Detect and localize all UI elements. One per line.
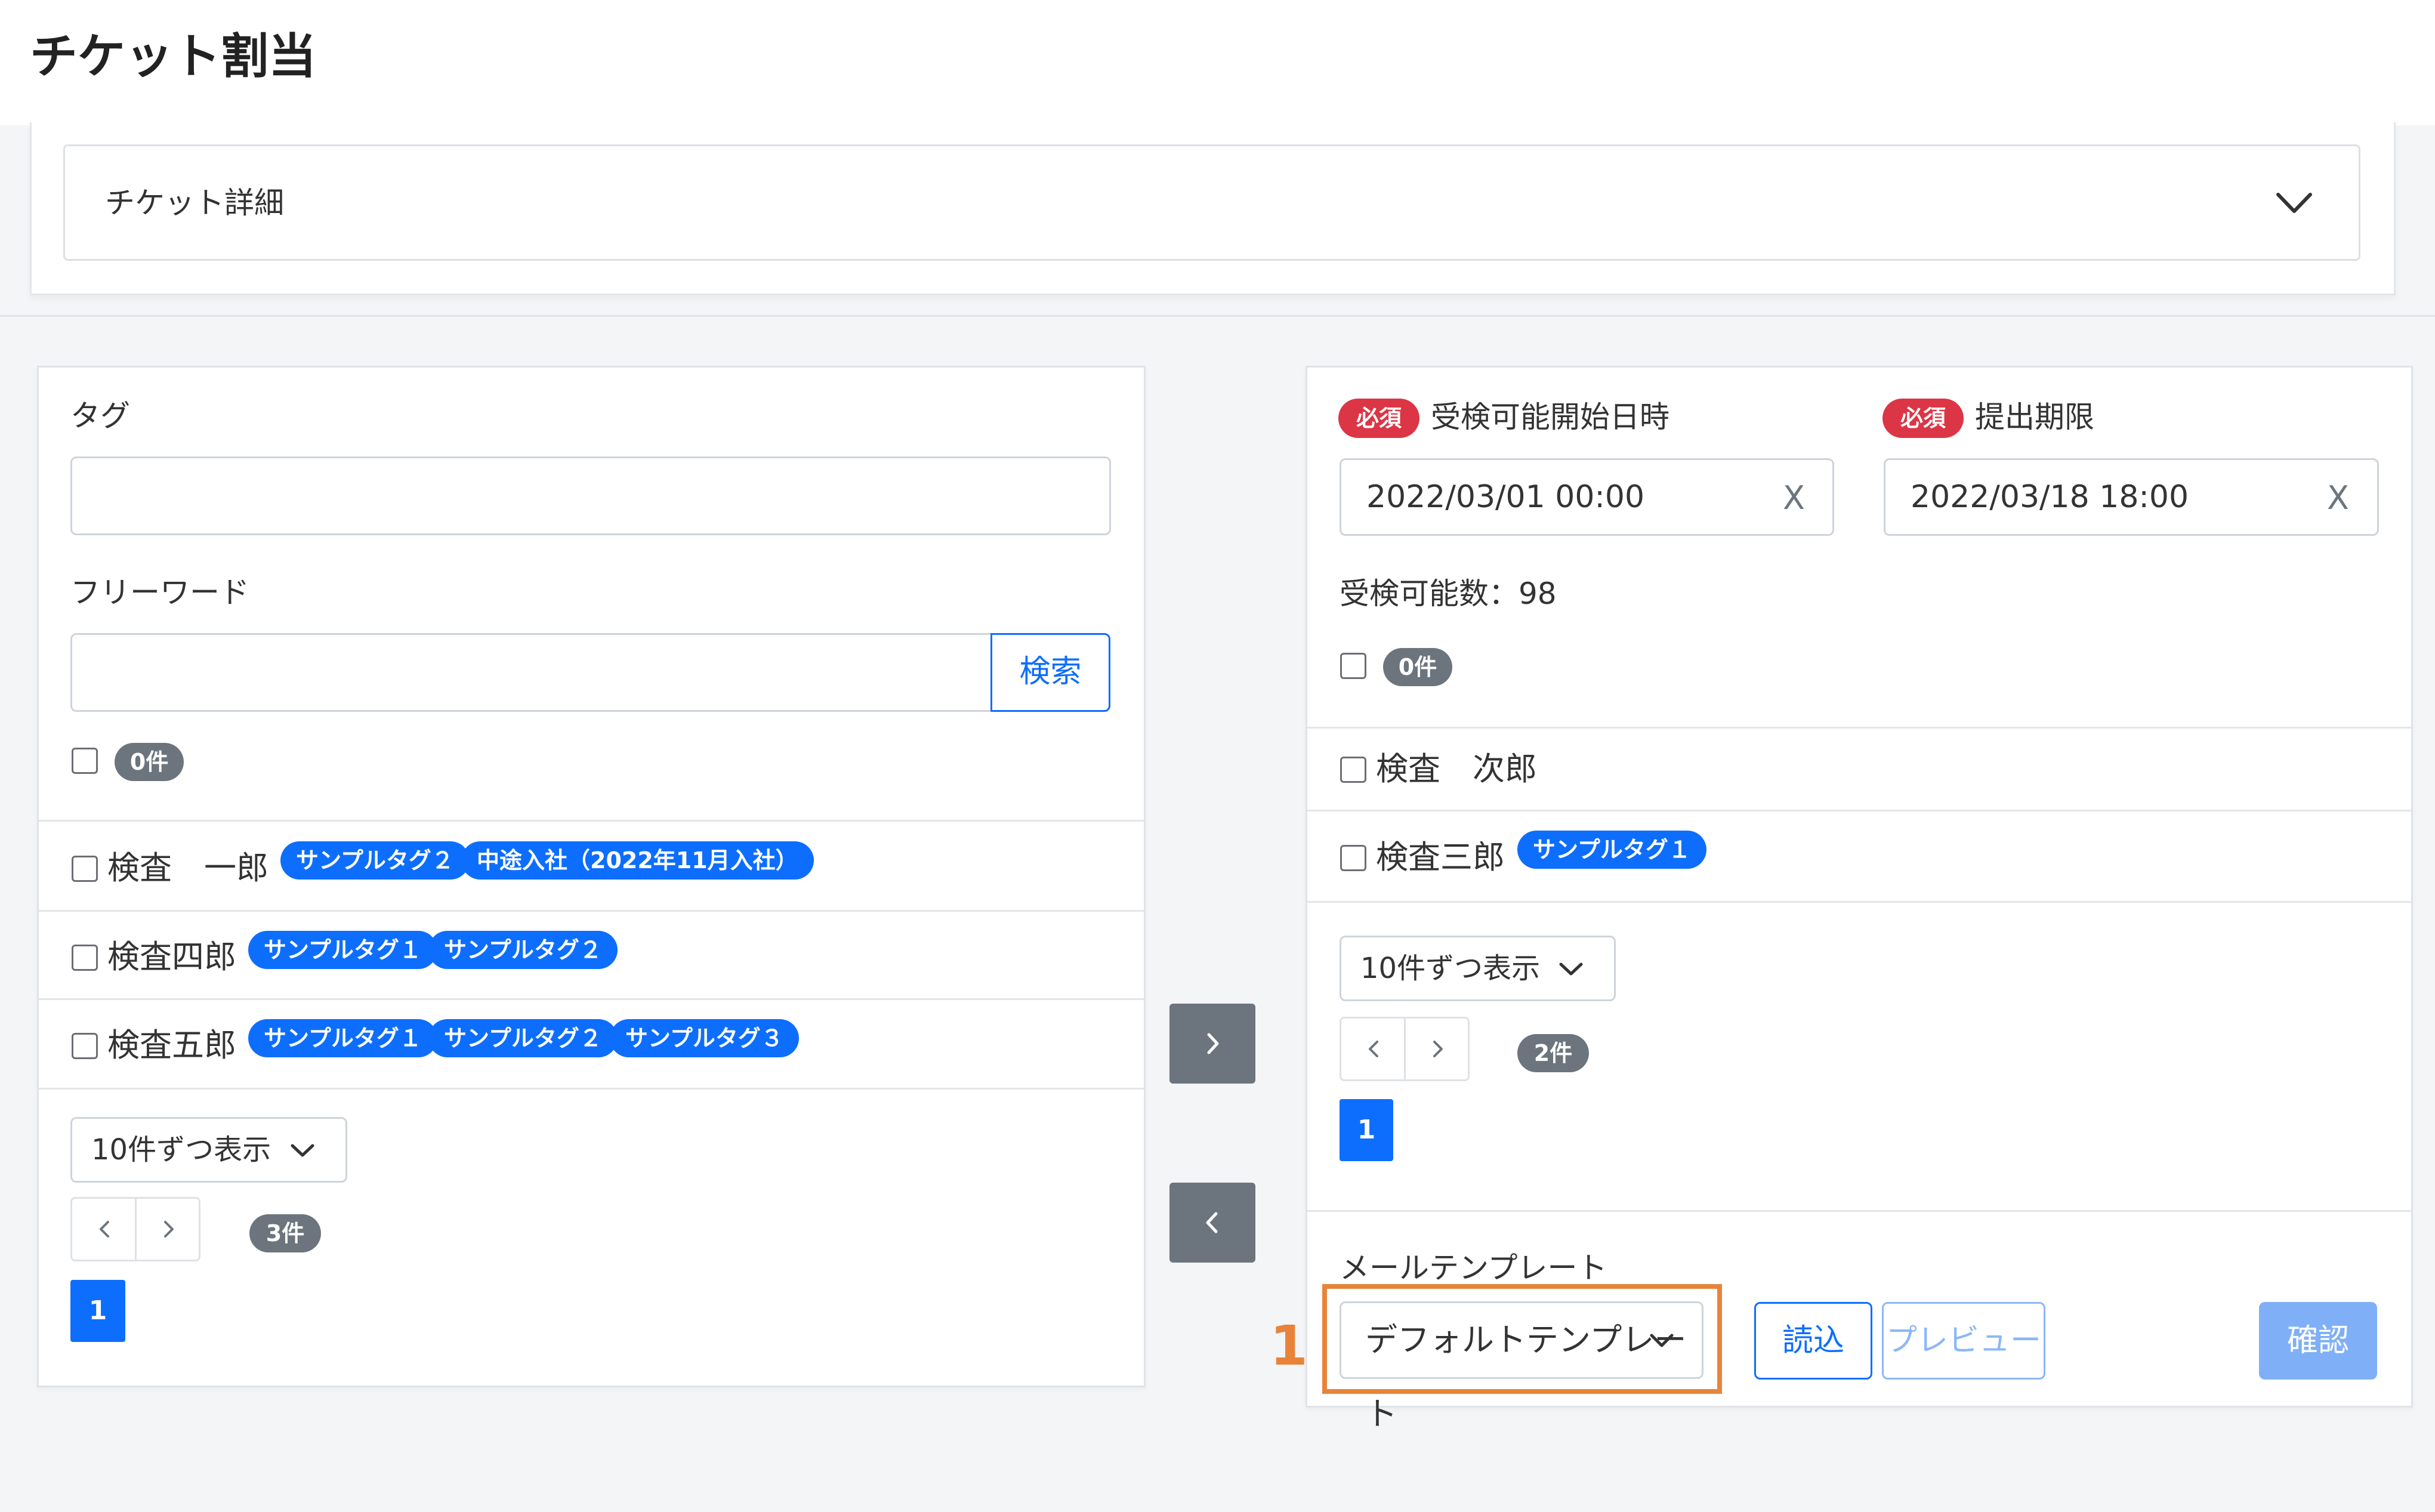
ticket-detail-label: チケット詳細 <box>105 186 284 220</box>
pager-separator <box>1404 1019 1406 1079</box>
load-button[interactable]: 読込 <box>1754 1302 1872 1380</box>
app-header <box>0 0 2435 125</box>
row-checkbox[interactable] <box>72 945 98 971</box>
selected-count-badge-right: 0件 <box>1383 648 1452 686</box>
tag-badge: サンプルタグ１ <box>248 1019 437 1057</box>
row-divider <box>1307 810 2411 811</box>
row-divider <box>39 998 1144 1000</box>
mail-template-value: デフォルトテンプレート <box>1365 1321 1687 1433</box>
ticket-detail-accordion[interactable] <box>63 144 2360 261</box>
start-datetime-label: 受検可能開始日時 <box>1431 400 1669 434</box>
candidate-name: 検査五郎 <box>107 1026 236 1064</box>
freeword-input[interactable] <box>70 633 994 712</box>
next-page-button[interactable] <box>156 1217 180 1241</box>
next-page-button[interactable] <box>1425 1037 1449 1061</box>
candidate-name: 検査 一郎 <box>107 849 269 887</box>
available-count-text: 受検可能数：98 <box>1340 576 1557 611</box>
deadline-input[interactable]: 2022/03/18 18:00 <box>1884 458 2379 536</box>
row-checkbox[interactable] <box>72 856 98 882</box>
row-checkbox[interactable] <box>1340 845 1366 871</box>
chevron-down-icon[interactable] <box>2273 185 2315 221</box>
tag-badge: サンプルタグ１ <box>1517 831 1706 869</box>
chevron-down-icon <box>291 1144 314 1157</box>
start-datetime-input[interactable]: 2022/03/01 00:00 <box>1340 458 1834 536</box>
tag-badge: サンプルタグ２ <box>428 931 618 969</box>
mail-template-label: メールテンプレート <box>1340 1251 1607 1285</box>
page-1-button-left[interactable]: 1 <box>70 1280 125 1342</box>
row-divider <box>39 820 1144 822</box>
clear-start-icon[interactable]: X <box>1783 477 1805 519</box>
tag-badge: サンプルタグ２ <box>280 841 470 880</box>
chevron-down-icon <box>1650 1334 1674 1347</box>
page-title: チケット割当 <box>30 29 316 84</box>
pager-separator <box>135 1199 137 1260</box>
tag-badge: サンプルタグ１ <box>248 931 437 969</box>
tag-badge: サンプルタグ３ <box>610 1019 799 1057</box>
deadline-value: 2022/03/18 18:00 <box>1911 479 2189 515</box>
required-badge: 必須 <box>1882 399 1964 438</box>
clear-deadline-icon[interactable]: X <box>2327 477 2349 519</box>
section-divider <box>0 315 2435 317</box>
row-divider <box>1307 1210 2411 1212</box>
required-badge: 必須 <box>1338 399 1419 438</box>
tag-label: タグ <box>70 399 130 433</box>
row-divider <box>39 910 1144 912</box>
assigned-name: 検査三郎 <box>1376 838 1505 876</box>
preview-button[interactable]: プレビュー <box>1882 1302 2045 1380</box>
row-divider <box>39 1088 1144 1090</box>
select-all-checkbox-right[interactable] <box>1340 653 1366 679</box>
selected-count-badge-left: 0件 <box>115 743 184 781</box>
total-count-badge-right: 2件 <box>1517 1034 1589 1072</box>
page-1-button-right[interactable]: 1 <box>1340 1099 1393 1161</box>
select-all-checkbox-left[interactable] <box>72 748 98 774</box>
assigned-name: 検査 次郎 <box>1376 750 1537 788</box>
tag-input[interactable] <box>70 456 1111 535</box>
chevron-right-icon <box>1207 1033 1219 1054</box>
freeword-label: フリーワード <box>70 575 249 610</box>
candidate-name: 検査四郎 <box>107 938 236 976</box>
row-checkbox[interactable] <box>72 1033 98 1059</box>
page-size-value: 10件ずつ表示 <box>91 1133 271 1167</box>
prev-page-button[interactable] <box>1362 1037 1386 1061</box>
row-checkbox[interactable] <box>1340 757 1366 783</box>
confirm-button[interactable]: 確認 <box>2259 1302 2377 1380</box>
search-button[interactable]: 検索 <box>990 633 1110 712</box>
total-count-badge-left: 3件 <box>249 1214 321 1252</box>
chevron-down-icon <box>1559 962 1583 976</box>
page-size-value: 10件ずつ表示 <box>1360 952 1541 985</box>
row-divider <box>1307 901 2411 903</box>
annotation-number: 1 <box>1270 1314 1308 1378</box>
prev-page-button[interactable] <box>93 1217 117 1241</box>
start-datetime-value: 2022/03/01 00:00 <box>1366 479 1645 515</box>
row-divider <box>1307 727 2411 729</box>
deadline-label: 提出期限 <box>1975 400 2094 434</box>
tag-badge: 中途入社（2022年11月入社） <box>461 841 814 880</box>
chevron-left-icon <box>1206 1212 1218 1233</box>
tag-badge: サンプルタグ２ <box>428 1019 618 1057</box>
